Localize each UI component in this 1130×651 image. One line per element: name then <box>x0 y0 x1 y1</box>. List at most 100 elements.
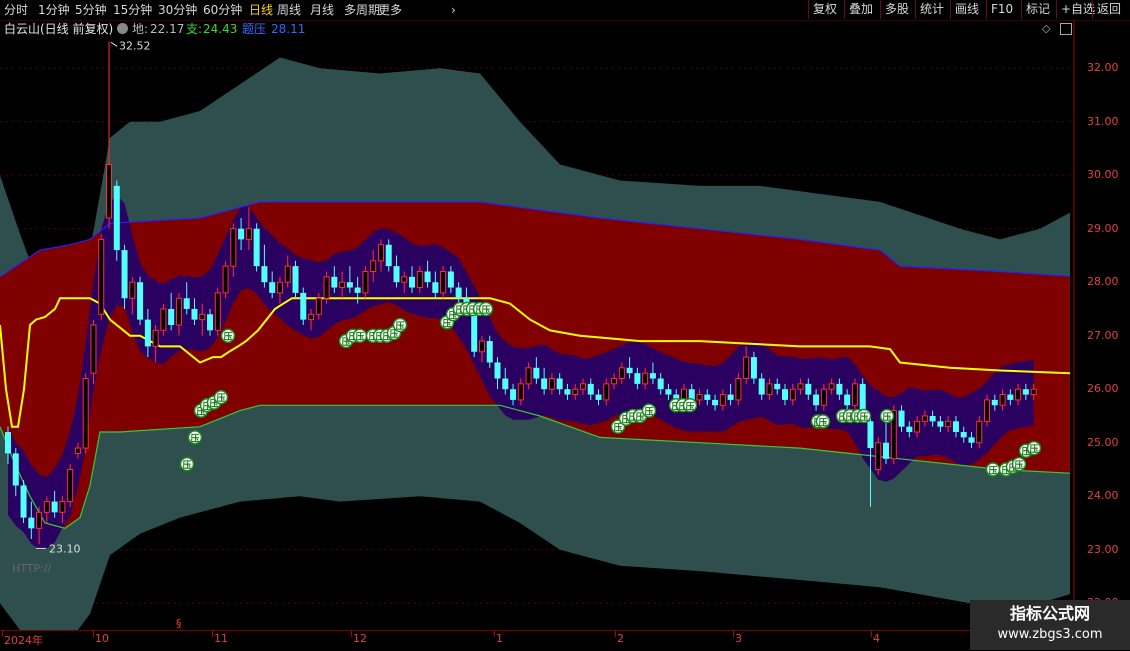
candle-body-56[interactable] <box>440 270 447 294</box>
candle-body-104[interactable] <box>813 394 820 406</box>
period-tab-7[interactable]: 周线 <box>277 1 301 19</box>
candle-body-102[interactable] <box>797 383 804 390</box>
candle-body-31[interactable] <box>245 228 252 240</box>
candle-body-41[interactable] <box>323 276 330 299</box>
period-tab-5[interactable]: 60分钟 <box>203 1 242 19</box>
candle-body-29[interactable] <box>230 228 237 267</box>
candle-body-40[interactable] <box>315 297 322 315</box>
candle-body-75[interactable] <box>587 383 594 395</box>
candle-body-81[interactable] <box>634 373 641 384</box>
candle-body-35[interactable] <box>276 281 283 294</box>
period-tab-4[interactable]: 30分钟 <box>158 1 197 19</box>
candle-body-127[interactable] <box>991 399 998 406</box>
candle-body-95[interactable] <box>743 356 750 380</box>
candle-body-57[interactable] <box>447 271 454 288</box>
candle-body-96[interactable] <box>750 357 757 379</box>
candle-body-84[interactable] <box>657 378 664 390</box>
candle-body-45[interactable] <box>354 287 361 293</box>
candle-body-80[interactable] <box>626 367 633 374</box>
candle-body-50[interactable] <box>393 266 400 283</box>
candle-body-67[interactable] <box>525 367 532 385</box>
toolbar-button-5[interactable]: F10 <box>986 0 1017 19</box>
candle-body-39[interactable] <box>308 313 315 321</box>
candle-body-98[interactable] <box>766 383 773 396</box>
candle-body-28[interactable] <box>222 265 229 294</box>
candle-body-5[interactable] <box>43 501 50 513</box>
toolbar-button-2[interactable]: 多股 <box>880 0 913 19</box>
candle-body-129[interactable] <box>1007 394 1014 400</box>
candle-body-108[interactable] <box>844 394 851 406</box>
candle-body-14[interactable] <box>113 185 120 251</box>
candle-body-100[interactable] <box>782 389 788 400</box>
candle-body-62[interactable] <box>486 341 493 363</box>
candle-body-8[interactable] <box>67 468 74 503</box>
candle-body-55[interactable] <box>432 282 439 293</box>
candle-body-47[interactable] <box>370 260 377 272</box>
candle-body-85[interactable] <box>665 389 672 395</box>
candle-body-77[interactable] <box>603 383 610 401</box>
candle-body-92[interactable] <box>719 394 726 406</box>
period-tab-6[interactable]: 日线 <box>249 1 273 19</box>
candle-body-1[interactable] <box>12 453 19 486</box>
candle-body-54[interactable] <box>424 271 431 283</box>
candle-body-9[interactable] <box>74 447 81 454</box>
period-tab-2[interactable]: 5分钟 <box>75 1 107 19</box>
candle-body-69[interactable] <box>541 378 548 390</box>
candle-body-112[interactable] <box>875 442 882 470</box>
candle-body-16[interactable] <box>129 281 136 299</box>
candle-body-79[interactable] <box>618 367 625 380</box>
toolbar-button-0[interactable]: 复权 <box>808 0 841 19</box>
candle-body-12[interactable] <box>98 238 105 315</box>
candle-body-44[interactable] <box>346 282 353 288</box>
candle-body-97[interactable] <box>758 378 765 395</box>
candle-body-11[interactable] <box>90 324 97 374</box>
candle-body-51[interactable] <box>401 276 408 283</box>
candle-body-52[interactable] <box>409 276 416 288</box>
candlestick-chart[interactable]: 压压压压压压压压压压压压压压压压压压压压压压压压压压压压压压压压压压压压压压压压… <box>0 20 1075 630</box>
candle-body-36[interactable] <box>284 265 291 283</box>
candle-body-111[interactable] <box>867 421 874 449</box>
candle-body-101[interactable] <box>789 388 796 401</box>
candle-body-76[interactable] <box>595 394 602 400</box>
candle-body-118[interactable] <box>921 415 928 422</box>
candle-body-66[interactable] <box>517 383 524 401</box>
candle-body-2[interactable] <box>20 485 27 518</box>
toolbar-button-6[interactable]: 标记 <box>1021 0 1054 19</box>
candle-body-115[interactable] <box>898 410 905 427</box>
candle-body-7[interactable] <box>59 501 66 513</box>
candle-body-70[interactable] <box>548 378 555 390</box>
candle-body-89[interactable] <box>696 394 703 401</box>
candle-body-34[interactable] <box>269 282 276 293</box>
candle-body-46[interactable] <box>362 270 369 294</box>
toolbar-button-3[interactable]: 统计 <box>915 0 948 19</box>
candle-body-131[interactable] <box>1022 389 1029 395</box>
candle-body-0[interactable] <box>5 432 11 454</box>
candle-body-65[interactable] <box>510 389 517 400</box>
candle-body-99[interactable] <box>774 383 781 390</box>
candle-body-61[interactable] <box>478 340 485 353</box>
event-marker[interactable]: § <box>176 617 182 630</box>
candle-body-58[interactable] <box>455 287 462 299</box>
candle-body-25[interactable] <box>199 313 206 321</box>
candle-body-3[interactable] <box>28 517 35 529</box>
candle-body-117[interactable] <box>914 420 921 433</box>
candle-body-90[interactable] <box>704 394 711 400</box>
candle-body-74[interactable] <box>579 383 586 390</box>
candle-body-15[interactable] <box>121 250 128 299</box>
toolbar-button-1[interactable]: 叠加 <box>844 0 877 19</box>
candle-body-103[interactable] <box>805 383 812 395</box>
candle-body-18[interactable] <box>144 319 151 347</box>
candle-body-130[interactable] <box>1015 388 1022 401</box>
candle-body-33[interactable] <box>261 266 268 283</box>
candle-body-4[interactable] <box>36 511 43 529</box>
toolbar-button-8[interactable]: 返回 <box>1092 0 1125 19</box>
period-tab-1[interactable]: 1分钟 <box>38 1 70 19</box>
candle-body-120[interactable] <box>937 421 944 427</box>
candle-body-68[interactable] <box>533 367 540 379</box>
candle-body-126[interactable] <box>984 399 991 422</box>
more-chevron-icon[interactable]: › <box>451 1 456 19</box>
candle-body-10[interactable] <box>82 378 89 449</box>
period-tab-0[interactable]: 分时 <box>4 1 28 19</box>
candle-body-73[interactable] <box>572 388 579 396</box>
period-tab-9[interactable]: 多周期 <box>344 1 380 19</box>
